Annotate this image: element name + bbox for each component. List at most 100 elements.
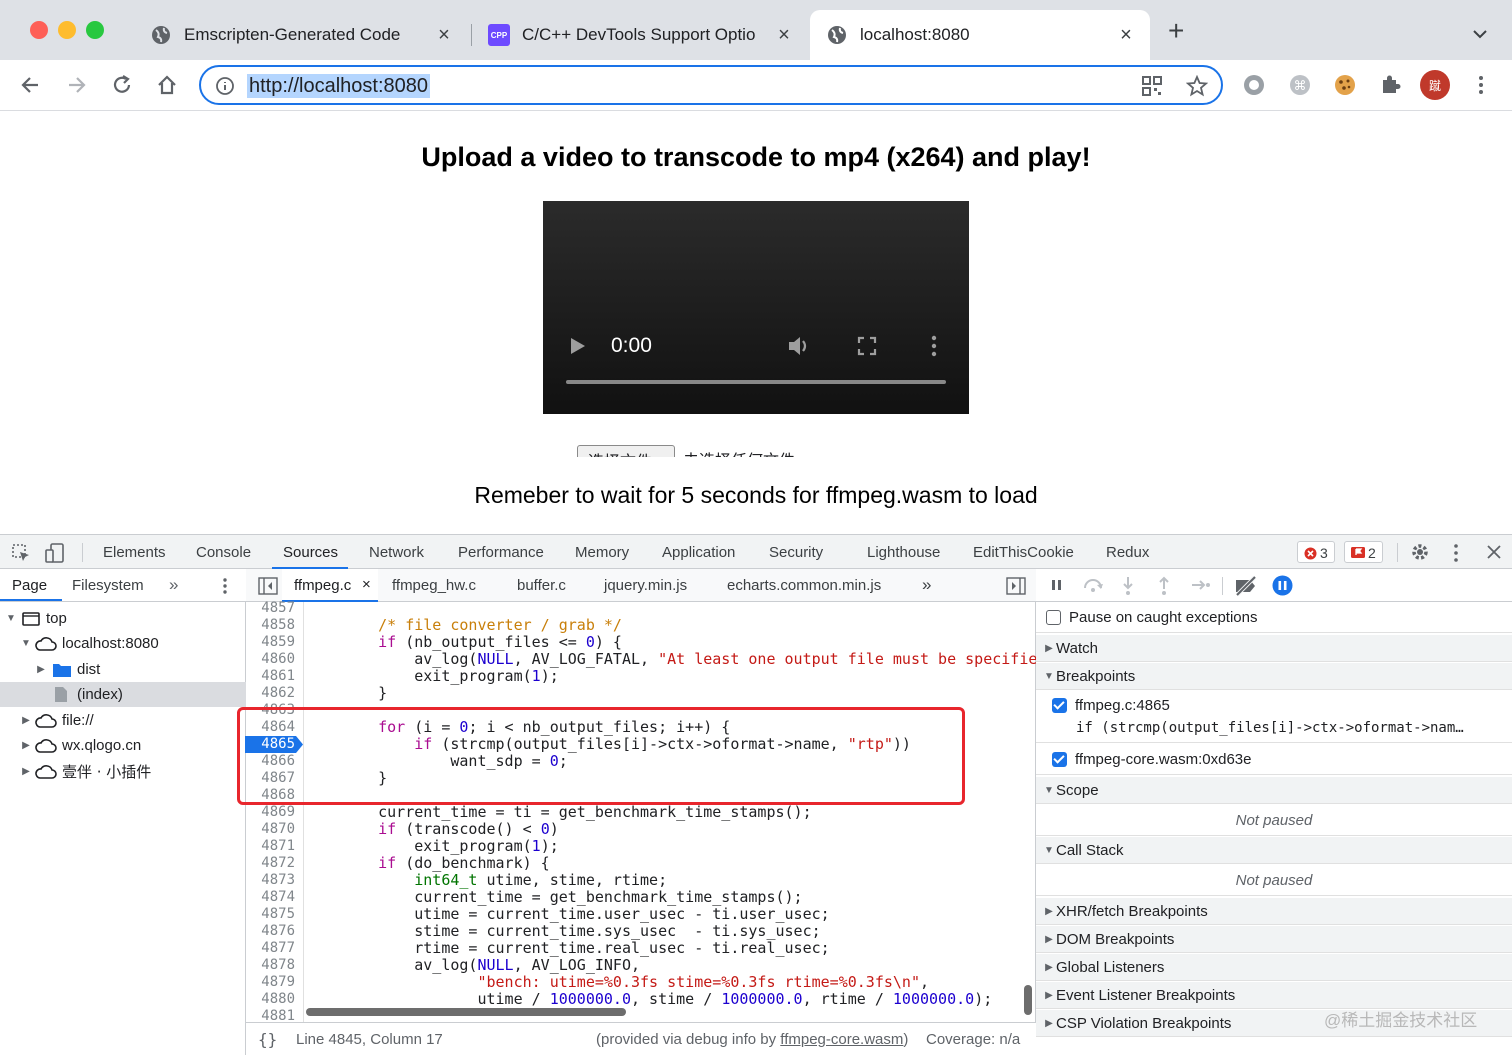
file-input[interactable]: 选择文件 未选择任何文件 (577, 445, 827, 457)
tab-memory[interactable]: Memory (575, 544, 629, 561)
pretty-print-icon[interactable]: {} (258, 1030, 277, 1049)
tab-redux[interactable]: Redux (1106, 544, 1149, 561)
tree-item-localhost[interactable]: ▼ localhost:8080 (0, 631, 246, 656)
code-line[interactable]: exit_program(1); (342, 838, 559, 855)
tab-console[interactable]: Console (196, 544, 251, 561)
code-line[interactable]: } (342, 685, 387, 702)
video-progress-bar[interactable] (566, 380, 946, 384)
pause-on-caught-row[interactable]: Pause on caught exceptions (1036, 603, 1512, 633)
section-breakpoints[interactable]: ▼ Breakpoints (1036, 663, 1512, 690)
tree-item-file[interactable]: ▶ file:// (0, 708, 246, 733)
section-dom-breakpoints[interactable]: ▶ DOM Breakpoints (1036, 926, 1512, 953)
devtools-menu-icon[interactable] (1452, 543, 1460, 563)
code-line[interactable]: if (do_benchmark) { (342, 855, 550, 872)
breakpoint-checkbox[interactable] (1052, 698, 1067, 713)
code-line[interactable]: stime = current_time.sys_usec - ti.sys_u… (342, 923, 820, 940)
section-watch[interactable]: ▶ Watch (1036, 635, 1512, 662)
fullscreen-icon[interactable] (857, 336, 877, 356)
code-line[interactable]: "bench: utime=%0.3fs stime=%0.3fs rtime=… (342, 974, 929, 991)
toggle-debugger-icon[interactable] (1006, 577, 1026, 595)
deactivate-breakpoints-icon[interactable] (1233, 576, 1259, 596)
tree-item-top[interactable]: ▼ top (0, 606, 246, 631)
section-xhr-breakpoints[interactable]: ▶ XHR/fetch Breakpoints (1036, 898, 1512, 925)
section-scope[interactable]: ▼ Scope (1036, 777, 1512, 804)
toggle-navigator-icon[interactable] (258, 577, 278, 595)
extensions-puzzle-icon[interactable] (1377, 72, 1403, 98)
issue-count-badge[interactable]: 2 (1344, 541, 1383, 563)
navigator-menu-icon[interactable] (221, 577, 229, 595)
tab-filesystem[interactable]: Filesystem (72, 577, 144, 594)
error-count-badge[interactable]: 3 (1297, 541, 1335, 563)
step-into-icon[interactable] (1120, 576, 1136, 596)
tab-cpp-devtools[interactable]: CPP C/C++ DevTools Support Optio × (472, 10, 808, 60)
inspect-element-icon[interactable] (11, 543, 31, 563)
close-tab-icon[interactable]: × (432, 24, 456, 47)
code-line[interactable]: utime / 1000000.0, stime / 1000000.0, rt… (342, 991, 992, 1008)
new-tab-button[interactable]: + (1168, 17, 1184, 45)
editor-tab-ffmpeg-hw[interactable]: ffmpeg_hw.c (392, 577, 476, 594)
address-bar[interactable]: http://localhost:8080 (199, 65, 1223, 105)
tab-network[interactable]: Network (369, 544, 424, 561)
tab-security[interactable]: Security (769, 544, 823, 561)
close-window-button[interactable] (30, 21, 48, 39)
section-call-stack[interactable]: ▼ Call Stack (1036, 837, 1512, 864)
info-icon[interactable] (215, 76, 235, 96)
editor-tab-jquery[interactable]: jquery.min.js (604, 577, 687, 594)
close-tab-icon[interactable]: × (772, 24, 796, 47)
breakpoint-checkbox[interactable] (1052, 751, 1067, 767)
code-line[interactable]: av_log(NULL, AV_LOG_INFO, (342, 957, 640, 974)
tab-performance[interactable]: Performance (458, 544, 544, 561)
code-line[interactable]: if (transcode() < 0) (342, 821, 559, 838)
vertical-scrollbar[interactable] (1024, 985, 1032, 1015)
code-line[interactable]: rtime = current_time.real_usec - ti.real… (342, 940, 829, 957)
tab-elements[interactable]: Elements (103, 544, 166, 561)
breakpoint-item[interactable]: ffmpeg.c:4865 if (strcmp(output_files[i]… (1036, 691, 1512, 743)
pause-on-exceptions-icon[interactable] (1272, 575, 1293, 596)
close-tab-icon[interactable]: × (1114, 24, 1138, 47)
tree-item-wx-qlogo[interactable]: ▶ wx.qlogo.cn (0, 733, 246, 758)
more-options-icon[interactable] (930, 335, 938, 357)
horizontal-scrollbar[interactable] (306, 1008, 626, 1016)
home-icon[interactable] (154, 72, 180, 98)
qr-code-icon[interactable] (1141, 75, 1163, 97)
pause-icon[interactable] (1050, 578, 1064, 592)
section-global-listeners[interactable]: ▶ Global Listeners (1036, 954, 1512, 981)
code-line[interactable]: av_log(NULL, AV_LOG_FATAL, "At least one… (342, 651, 1036, 668)
tab-localhost[interactable]: localhost:8080 × (810, 10, 1150, 60)
profile-avatar[interactable]: 蹴 (1420, 70, 1450, 100)
forward-icon[interactable] (63, 72, 89, 98)
close-devtools-icon[interactable] (1486, 544, 1502, 560)
editor-tab-echarts[interactable]: echarts.common.min.js (727, 577, 881, 594)
section-event-listener-breakpoints[interactable]: ▶ Event Listener Breakpoints (1036, 982, 1512, 1009)
code-line[interactable]: /* file converter / grab */ (342, 617, 622, 634)
cookie-extension-icon[interactable] (1332, 72, 1358, 98)
play-icon[interactable] (569, 336, 587, 356)
tab-sources[interactable]: Sources (283, 544, 338, 561)
close-editor-tab-icon[interactable]: × (362, 576, 371, 593)
tab-application[interactable]: Application (662, 544, 735, 561)
device-toolbar-icon[interactable] (44, 542, 66, 564)
tree-item-index[interactable]: (index) (0, 682, 246, 707)
url-text[interactable]: http://localhost:8080 (247, 74, 431, 98)
code-line[interactable]: int64_t utime, stime, rtime; (342, 872, 667, 889)
step-icon[interactable] (1190, 578, 1212, 592)
bookmark-star-icon[interactable] (1186, 75, 1208, 97)
tab-page[interactable]: Page (12, 577, 47, 594)
browser-menu-icon[interactable] (1468, 72, 1494, 98)
tree-item-dist[interactable]: ▶ dist (0, 657, 246, 682)
tab-editthiscookie[interactable]: EditThisCookie (973, 544, 1074, 561)
step-over-icon[interactable] (1082, 577, 1104, 593)
code-area[interactable]: /* file converter / grab */ if (nb_outpu… (246, 602, 1036, 1022)
tree-item-extension[interactable]: ▶ 壹伴 · 小插件 (0, 759, 246, 784)
command-extension-icon[interactable]: ⌘ (1287, 72, 1313, 98)
source-map-link[interactable]: ffmpeg-core.wasm (780, 1031, 903, 1048)
settings-gear-icon[interactable] (1410, 542, 1430, 562)
tab-emscripten[interactable]: Emscripten-Generated Code × (134, 10, 468, 60)
volume-icon[interactable] (786, 334, 812, 358)
code-line[interactable]: current_time = ti = get_benchmark_time_s… (342, 804, 812, 821)
editor-tab-buffer[interactable]: buffer.c (517, 577, 566, 594)
pause-on-caught-checkbox[interactable] (1046, 610, 1061, 625)
code-line[interactable]: if (nb_output_files <= 0) { (342, 634, 622, 651)
code-line[interactable]: exit_program(1); (342, 668, 559, 685)
choose-file-button[interactable]: 选择文件 (577, 445, 675, 457)
